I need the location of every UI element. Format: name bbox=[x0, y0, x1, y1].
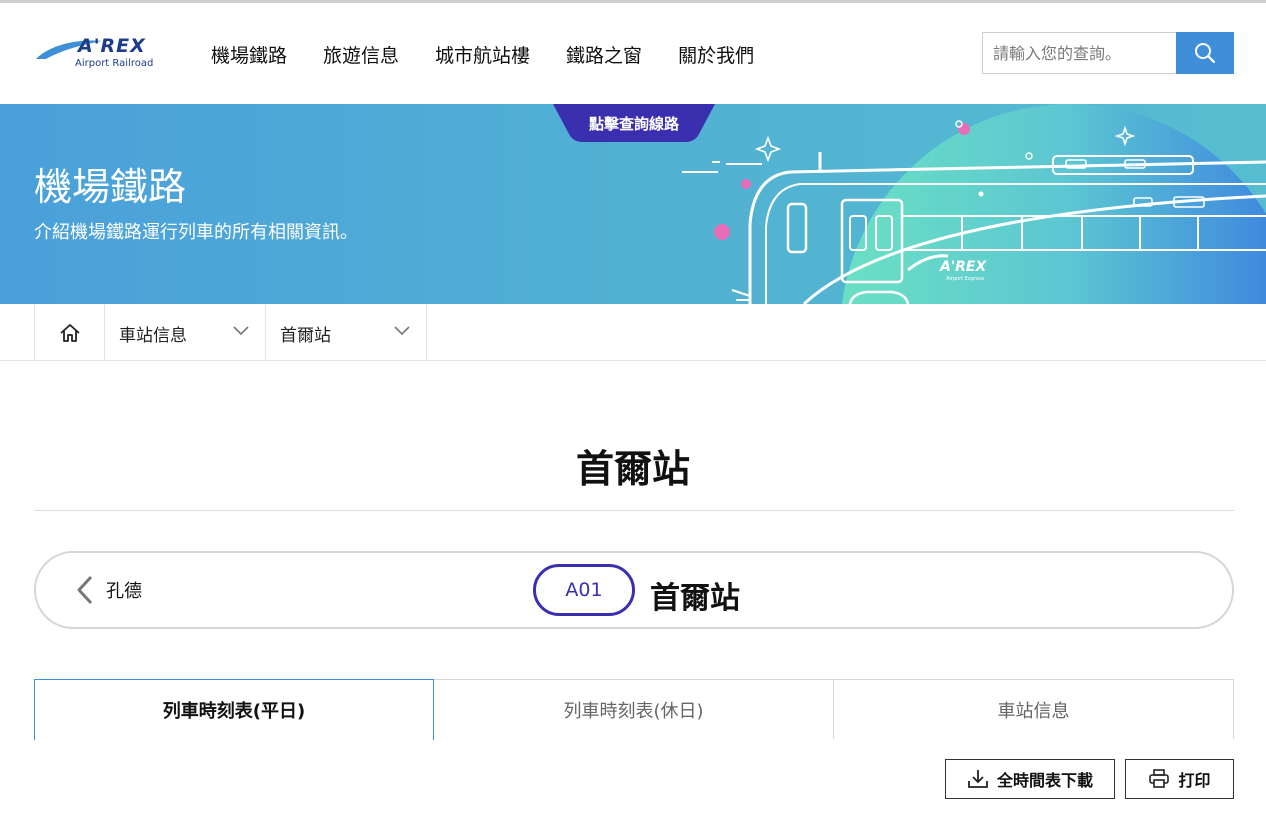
breadcrumb-level1-label: 車站信息 bbox=[119, 326, 187, 346]
station-navigator: 孔德 A01 首爾站 bbox=[34, 551, 1234, 629]
breadcrumb-level2-select[interactable]: 首爾站 bbox=[266, 304, 427, 361]
breadcrumb-level1-select[interactable]: 車站信息 bbox=[105, 304, 266, 361]
tab-weekday-timetable[interactable]: 列車時刻表(平日) bbox=[34, 679, 434, 740]
arex-logo[interactable]: A'REX Airport Railroad bbox=[34, 33, 154, 77]
search-box bbox=[982, 32, 1234, 74]
train-illustration-icon: A'REX Airport Express bbox=[682, 104, 1266, 304]
site-header: A'REX Airport Railroad 機場鐵路 旅遊信息 城市航站樓 鐵… bbox=[0, 3, 1266, 104]
printer-icon bbox=[1149, 769, 1170, 788]
nav-item-about-us[interactable]: 關於我們 bbox=[678, 41, 754, 68]
banner-title: 機場鐵路 bbox=[34, 165, 187, 209]
logo-wordmark: A'REX bbox=[78, 35, 146, 57]
logo-subtitle: Airport Railroad bbox=[75, 58, 154, 69]
breadcrumb-level2-label: 首爾站 bbox=[280, 326, 331, 346]
title-divider bbox=[34, 510, 1234, 511]
tab-holiday-timetable[interactable]: 列車時刻表(休日) bbox=[434, 679, 834, 739]
main-nav: 機場鐵路 旅遊信息 城市航站樓 鐵路之窗 關於我們 bbox=[211, 41, 790, 68]
nav-item-city-terminal[interactable]: 城市航站樓 bbox=[435, 41, 530, 68]
current-station-name: 首爾站 bbox=[650, 581, 740, 616]
chevron-down-icon bbox=[394, 326, 410, 336]
download-button-label: 全時間表下載 bbox=[996, 773, 1093, 790]
breadcrumb: 車站信息 首爾站 bbox=[0, 304, 1266, 361]
tab-station-info[interactable]: 車站信息 bbox=[834, 679, 1234, 739]
station-code-badge: A01 bbox=[533, 564, 635, 616]
download-timetable-button[interactable]: 全時間表下載 bbox=[945, 759, 1115, 799]
chevron-down-icon bbox=[233, 326, 249, 336]
search-button[interactable] bbox=[1176, 32, 1234, 74]
page-title: 首爾站 bbox=[575, 447, 690, 491]
download-icon bbox=[968, 770, 988, 788]
prev-station-link[interactable]: 孔德 bbox=[76, 575, 142, 605]
train-brand-label: A'REX bbox=[939, 259, 987, 275]
timetable-tabs: 列車時刻表(平日) 列車時刻表(休日) 車站信息 bbox=[34, 679, 1234, 740]
home-icon bbox=[59, 323, 80, 342]
prev-station-label: 孔德 bbox=[106, 581, 142, 602]
banner-description: 介紹機場鐵路運行列車的所有相關資訊。 bbox=[34, 222, 358, 243]
train-sub-label: Airport Express bbox=[946, 276, 985, 282]
nav-item-travel-info[interactable]: 旅遊信息 bbox=[323, 41, 399, 68]
search-icon bbox=[1195, 43, 1216, 64]
nav-item-railway-window[interactable]: 鐵路之窗 bbox=[566, 41, 642, 68]
print-button[interactable]: 打印 bbox=[1125, 759, 1234, 799]
hero-banner: 機場鐵路 介紹機場鐵路運行列車的所有相關資訊。 點擊查詢線路 A'REX Air… bbox=[0, 104, 1266, 304]
search-input[interactable] bbox=[982, 32, 1176, 74]
nav-item-airport-railroad[interactable]: 機場鐵路 bbox=[211, 41, 287, 68]
print-button-label: 打印 bbox=[1178, 773, 1211, 790]
chevron-left-icon bbox=[77, 575, 93, 605]
breadcrumb-home[interactable] bbox=[34, 304, 105, 361]
